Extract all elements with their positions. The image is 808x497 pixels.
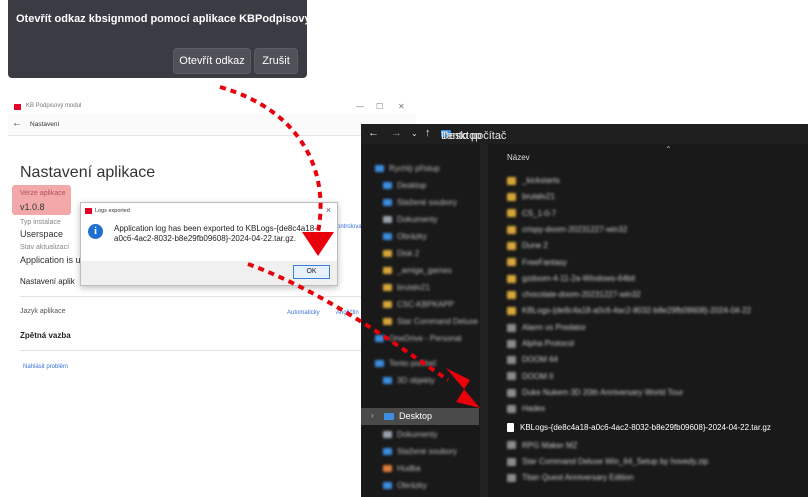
- annotation-arrow-to-ok: [219, 85, 323, 233]
- arrowhead-icon: [302, 232, 334, 256]
- annotation-arrows: [219, 85, 480, 408]
- annotation-arrow-to-file: [247, 262, 450, 382]
- arrowhead-icon: [446, 368, 480, 408]
